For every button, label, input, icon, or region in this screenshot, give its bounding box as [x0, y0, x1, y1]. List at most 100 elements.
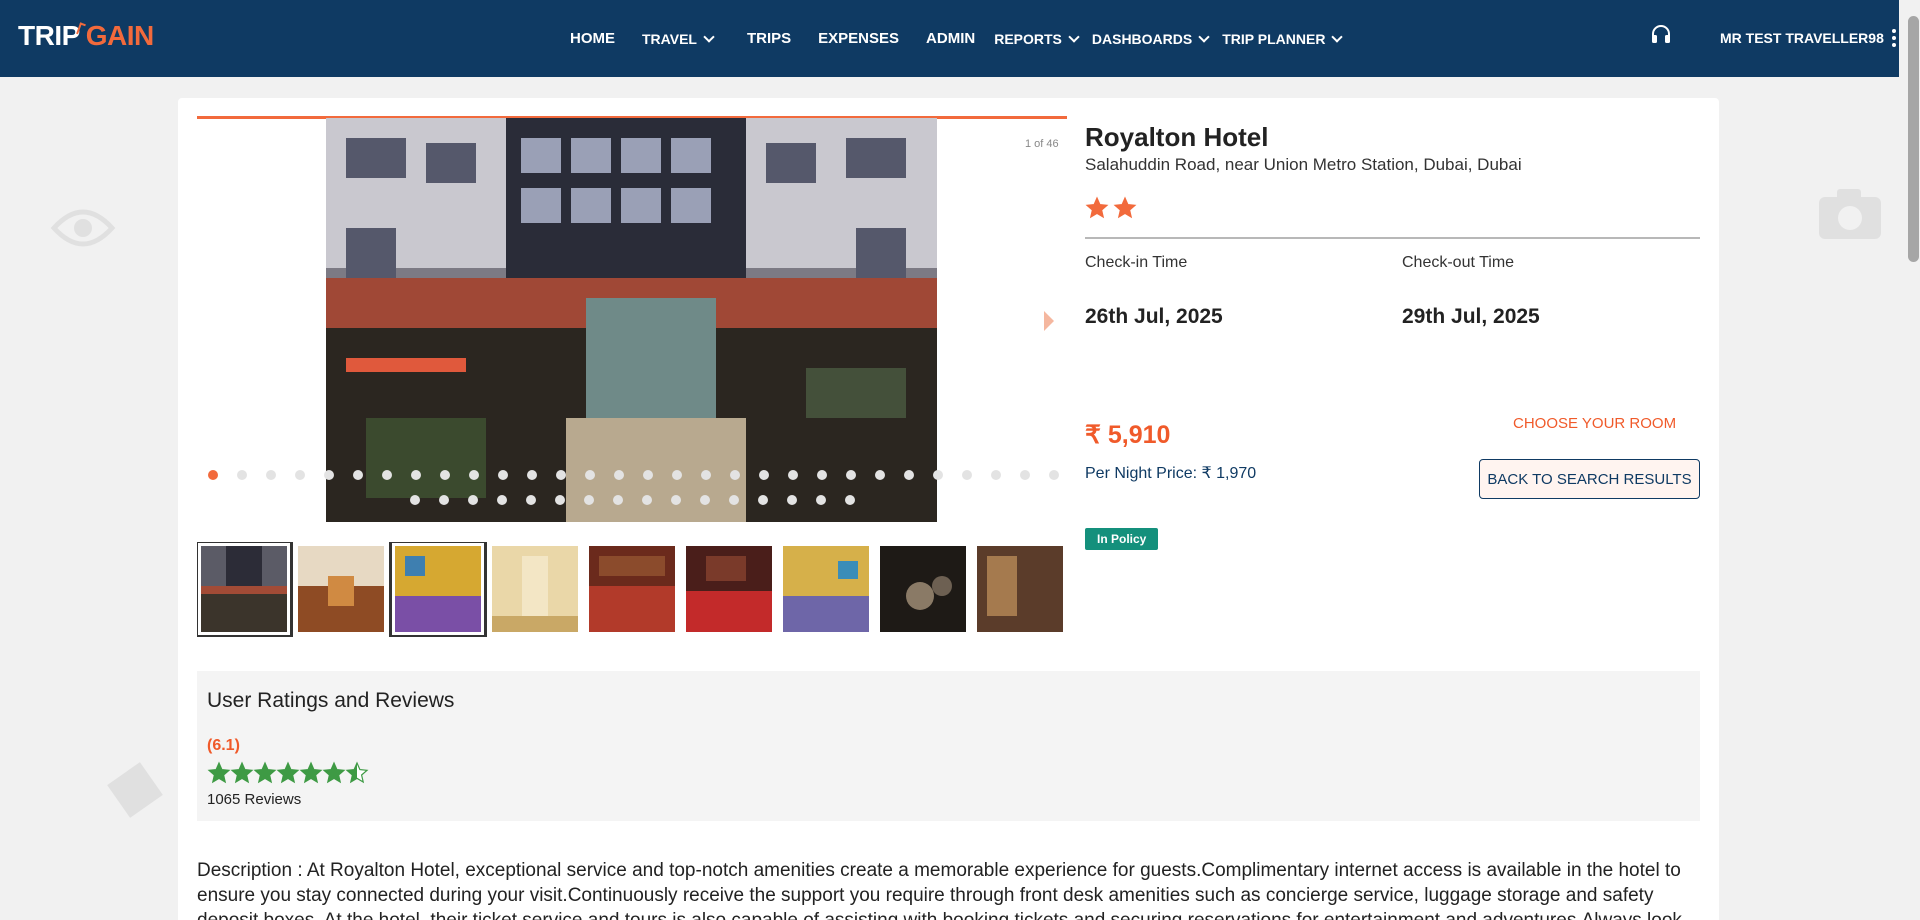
user-menu[interactable]: MR TEST TRAVELLER98: [1720, 29, 1896, 47]
gallery-dot[interactable]: [758, 495, 768, 505]
chevron-down-icon: [1198, 30, 1210, 43]
gallery-dot[interactable]: [729, 495, 739, 505]
thumbnail-8[interactable]: [880, 546, 966, 632]
gallery-dot[interactable]: [497, 495, 507, 505]
gallery-dot[interactable]: [469, 470, 479, 480]
gallery-dot[interactable]: [237, 470, 247, 480]
nav-dashboards[interactable]: DASHBOARDS: [1092, 30, 1210, 47]
thumbnail-4[interactable]: [492, 546, 578, 632]
half-star-icon: [345, 761, 369, 790]
kebab-menu-icon[interactable]: [1891, 29, 1896, 47]
thumbnail-7[interactable]: [783, 546, 869, 632]
nav-trips[interactable]: TRIPS: [747, 30, 791, 47]
back-to-search-button[interactable]: BACK TO SEARCH RESULTS: [1479, 459, 1700, 499]
gallery-dot[interactable]: [787, 495, 797, 505]
main-hotel-photo[interactable]: [326, 118, 937, 522]
gallery-dot[interactable]: [759, 470, 769, 480]
gallery-dot[interactable]: [411, 470, 421, 480]
tripgain-logo[interactable]: TRIP GAIN: [18, 20, 154, 52]
nav-travel[interactable]: TRAVEL: [642, 30, 715, 47]
gallery-dot[interactable]: [1049, 470, 1059, 480]
scrollbar-thumb[interactable]: [1908, 16, 1919, 262]
hotel-name: Royalton Hotel: [1085, 122, 1269, 152]
gallery-dot[interactable]: [468, 495, 478, 505]
gallery-dot[interactable]: [555, 495, 565, 505]
gallery-dot[interactable]: [613, 495, 623, 505]
photo-counter: 1 of 46: [1025, 138, 1059, 150]
gallery-dot[interactable]: [875, 470, 885, 480]
thumbnail-3[interactable]: [389, 542, 487, 637]
gallery-dot[interactable]: [700, 495, 710, 505]
gallery-dot[interactable]: [614, 470, 624, 480]
gallery-dot[interactable]: [701, 470, 711, 480]
gallery-dot[interactable]: [266, 470, 276, 480]
gallery-dot[interactable]: [642, 495, 652, 505]
headset-icon[interactable]: [1649, 22, 1673, 46]
nav-expenses-label: EXPENSES: [818, 30, 900, 47]
gallery-dots-row-2: [410, 495, 874, 505]
gallery-dot[interactable]: [816, 495, 826, 505]
gallery-dot[interactable]: [584, 495, 594, 505]
chevron-down-icon: [703, 30, 715, 43]
gallery-dot[interactable]: [671, 495, 681, 505]
gallery-dot[interactable]: [527, 470, 537, 480]
gallery-dot[interactable]: [846, 470, 856, 480]
nav-trip-planner-label: TRIP PLANNER: [1222, 30, 1326, 47]
gallery-dot[interactable]: [672, 470, 682, 480]
gallery-dot[interactable]: [845, 495, 855, 505]
star-icon: [299, 761, 323, 790]
gallery-dot[interactable]: [439, 495, 449, 505]
gallery-dot[interactable]: [962, 470, 972, 480]
thumbnail-6[interactable]: [686, 546, 772, 632]
gallery-dot[interactable]: [991, 470, 1001, 480]
nav-home[interactable]: HOME: [570, 30, 615, 47]
checkin-date: 26th Jul, 2025: [1085, 305, 1223, 328]
nav-expenses[interactable]: EXPENSES: [818, 30, 899, 47]
gallery-dot[interactable]: [730, 470, 740, 480]
in-policy-badge: In Policy: [1085, 528, 1159, 550]
review-count[interactable]: 1065 Reviews: [207, 791, 301, 808]
gallery-dot[interactable]: [382, 470, 392, 480]
camera-watermark-icon: [1819, 189, 1881, 239]
star-icon: [276, 761, 300, 790]
gallery-dot[interactable]: [353, 470, 363, 480]
gallery-dot[interactable]: [1020, 470, 1030, 480]
gallery-dot[interactable]: [440, 470, 450, 480]
nav-trip-planner[interactable]: TRIP PLANNER: [1222, 30, 1344, 47]
gallery-dot[interactable]: [788, 470, 798, 480]
gallery-dot[interactable]: [817, 470, 827, 480]
total-price: ₹ 5,910: [1085, 421, 1171, 449]
gallery-dot[interactable]: [933, 470, 943, 480]
gallery-dot[interactable]: [556, 470, 566, 480]
thumbnail-1[interactable]: [197, 542, 293, 637]
star-icon: [207, 761, 231, 790]
gallery-dot[interactable]: [904, 470, 914, 480]
star-icon: [230, 761, 254, 790]
nav-home-label: HOME: [570, 30, 615, 47]
eye-watermark-icon: [50, 209, 116, 247]
nav-reports[interactable]: REPORTS: [994, 31, 1080, 47]
hotel-facade-image: [326, 118, 937, 522]
thumbnail-5[interactable]: [589, 546, 675, 632]
thumbnail-9[interactable]: [977, 546, 1063, 632]
page-scrollbar[interactable]: [1899, 0, 1920, 920]
nav-admin-label: ADMIN: [926, 30, 976, 47]
gallery-dot[interactable]: [526, 495, 536, 505]
gallery-dot[interactable]: [498, 470, 508, 480]
next-photo-arrow-icon[interactable]: [1044, 311, 1054, 331]
gallery-dot[interactable]: [324, 470, 334, 480]
gallery-dot[interactable]: [208, 470, 218, 480]
chip-watermark-icon: [107, 762, 163, 818]
gallery-dot[interactable]: [295, 470, 305, 480]
thumbnail-2[interactable]: [298, 546, 384, 632]
gallery-dot[interactable]: [410, 495, 420, 505]
checkout-label: Check-out Time: [1402, 254, 1515, 271]
hotel-description: Description : At Royalton Hotel, excepti…: [197, 860, 1682, 920]
gallery-dot[interactable]: [585, 470, 595, 480]
nav-admin[interactable]: ADMIN: [926, 30, 975, 47]
gallery-dot[interactable]: [643, 470, 653, 480]
hotel-star-rating: [1085, 196, 1137, 225]
user-name: MR TEST TRAVELLER98: [1720, 30, 1884, 46]
rating-score: (6.1): [207, 737, 240, 754]
choose-room-link[interactable]: CHOOSE YOUR ROOM: [1513, 415, 1676, 432]
